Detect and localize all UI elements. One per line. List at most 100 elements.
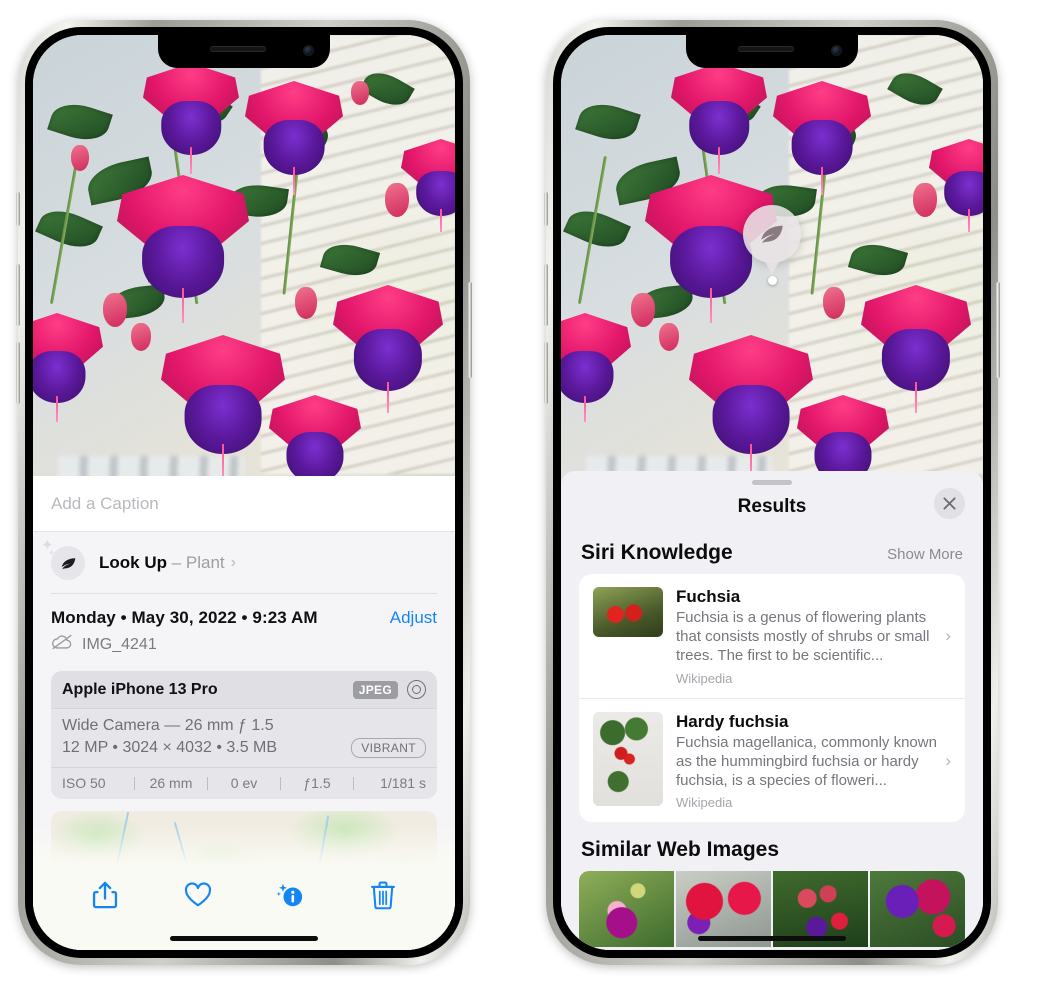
knowledge-description: Fuchsia magellanica, commonly known as t… xyxy=(676,733,937,789)
info-button[interactable] xyxy=(244,880,337,910)
share-button[interactable] xyxy=(59,880,152,910)
similar-images-header: Similar Web Images xyxy=(561,822,983,871)
screenshot-stage: Add a Caption ✦ ✦ Look Up – Plant › Mond… xyxy=(0,0,1055,985)
knowledge-source: Wikipedia xyxy=(676,795,733,811)
flower-bud xyxy=(631,293,655,327)
home-indicator[interactable] xyxy=(170,936,318,941)
knowledge-title: Hardy fuchsia xyxy=(676,711,789,731)
look-up-label: Look Up – Plant xyxy=(99,553,225,572)
leaf-icon: ✦ ✦ xyxy=(41,538,85,580)
fuchsia-flower xyxy=(401,139,455,232)
front-camera-icon xyxy=(832,46,841,55)
knowledge-item[interactable]: Fuchsia Fuchsia is a genus of flowering … xyxy=(579,574,965,698)
show-more-button[interactable]: Show More xyxy=(887,546,963,563)
camera-body: Wide Camera — 26 mm ƒ 1.5 12 MP • 3024 ×… xyxy=(51,709,437,768)
page-title: Results xyxy=(737,496,807,517)
visual-look-up-badge[interactable] xyxy=(743,205,801,285)
delete-button[interactable] xyxy=(337,880,430,910)
photo-date: Monday • May 30, 2022 • 9:23 AM xyxy=(51,608,318,627)
knowledge-description: Fuchsia is a genus of flowering plants t… xyxy=(676,609,930,665)
power-button[interactable] xyxy=(468,282,472,378)
knowledge-title: Fuchsia xyxy=(676,587,741,606)
specs-line: 12 MP • 3024 × 4032 • 3.5 MB xyxy=(62,739,278,756)
flower-bud xyxy=(659,323,679,351)
home-indicator[interactable] xyxy=(698,936,846,941)
fuchsia-flower xyxy=(143,63,239,175)
exif-ev: 0 ev xyxy=(230,775,258,791)
exif-aperture: ƒ1.5 xyxy=(303,775,331,791)
phone-bezel-left: Add a Caption ✦ ✦ Look Up – Plant › Mond… xyxy=(25,27,463,958)
caption-row[interactable]: Add a Caption xyxy=(33,476,455,532)
leaf-icon xyxy=(743,205,801,263)
display-notch xyxy=(686,35,858,68)
results-header: Results xyxy=(561,485,983,529)
flower-bud xyxy=(351,81,369,105)
favorite-button[interactable] xyxy=(152,880,245,910)
flower-bud xyxy=(823,287,845,319)
power-button[interactable] xyxy=(996,282,1000,378)
file-name: IMG_4241 xyxy=(82,635,157,653)
flower-bud xyxy=(295,287,317,319)
fuchsia-flower xyxy=(689,335,813,479)
look-up-row[interactable]: ✦ ✦ Look Up – Plant › xyxy=(33,532,455,593)
toolbar-fade xyxy=(33,826,455,866)
chevron-right-icon: › xyxy=(945,626,951,646)
format-badge: JPEG xyxy=(352,680,398,699)
chevron-right-icon: › xyxy=(945,750,951,770)
phone-bezel-right: Results Siri Knowledge Show More Fuchsia… xyxy=(553,27,991,958)
volume-up-button[interactable] xyxy=(544,264,548,326)
iphone-left: Add a Caption ✦ ✦ Look Up – Plant › Mond… xyxy=(16,20,472,965)
fuchsia-flower xyxy=(33,313,103,423)
knowledge-thumbnail xyxy=(593,587,663,637)
earpiece-speaker xyxy=(210,46,266,52)
siri-knowledge-header: Siri Knowledge Show More xyxy=(561,529,983,574)
silent-switch[interactable] xyxy=(544,192,548,226)
badge-anchor-dot xyxy=(767,276,777,285)
file-line: IMG_4241 xyxy=(51,634,437,655)
fuchsia-flower xyxy=(269,395,361,502)
volume-down-button[interactable] xyxy=(16,342,20,404)
fuchsia-flower xyxy=(161,335,285,479)
style-badge: VIBRANT xyxy=(351,738,426,758)
fuchsia-flower xyxy=(561,313,631,423)
exif-iso: ISO 50 xyxy=(62,775,106,791)
display-notch xyxy=(158,35,330,68)
knowledge-source: Wikipedia xyxy=(676,670,733,686)
similar-image-thumb[interactable] xyxy=(579,871,674,948)
volume-up-button[interactable] xyxy=(16,264,20,326)
fuchsia-flower xyxy=(861,285,971,413)
camera-info-card: Apple iPhone 13 Pro JPEG Wide Camera — 2… xyxy=(51,671,437,799)
photo-info-sheet: Add a Caption ✦ ✦ Look Up – Plant › Mond… xyxy=(33,476,455,950)
silent-switch[interactable] xyxy=(16,192,20,226)
exif-row: ISO 50 26 mm 0 ev ƒ1.5 1/181 s xyxy=(51,768,437,799)
flower-bud xyxy=(913,183,937,217)
caption-input[interactable]: Add a Caption xyxy=(51,494,159,514)
chevron-right-icon: › xyxy=(230,554,236,571)
fuchsia-flower xyxy=(671,63,767,175)
knowledge-item[interactable]: Hardy fuchsia Fuchsia magellanica, commo… xyxy=(579,697,965,823)
icloud-slash-icon xyxy=(51,634,73,655)
lens-line: Wide Camera — 26 mm ƒ 1.5 xyxy=(62,717,274,734)
earpiece-speaker xyxy=(738,46,794,52)
screen-right: Results Siri Knowledge Show More Fuchsia… xyxy=(561,35,983,950)
volume-down-button[interactable] xyxy=(544,342,548,404)
close-button[interactable] xyxy=(934,488,965,519)
section-title: Similar Web Images xyxy=(581,838,780,862)
section-title: Siri Knowledge xyxy=(581,541,733,564)
badge-tail xyxy=(764,260,780,274)
stamen xyxy=(190,147,192,175)
similar-image-thumb[interactable] xyxy=(870,871,965,948)
front-camera-icon xyxy=(304,46,313,55)
fuchsia-flower xyxy=(929,139,983,232)
screen-left: Add a Caption ✦ ✦ Look Up – Plant › Mond… xyxy=(33,35,455,950)
flower-bud xyxy=(103,293,127,327)
flower-bud xyxy=(385,183,409,217)
flower-bud xyxy=(71,145,89,171)
adjust-button[interactable]: Adjust xyxy=(390,608,437,628)
sparkle-small-icon: ✦ xyxy=(48,548,56,558)
close-icon xyxy=(943,497,956,510)
exif-shutter: 1/181 s xyxy=(380,775,426,791)
flower-bud xyxy=(131,323,151,351)
fuchsia-flower xyxy=(773,81,871,195)
fuchsia-flower xyxy=(245,81,343,195)
